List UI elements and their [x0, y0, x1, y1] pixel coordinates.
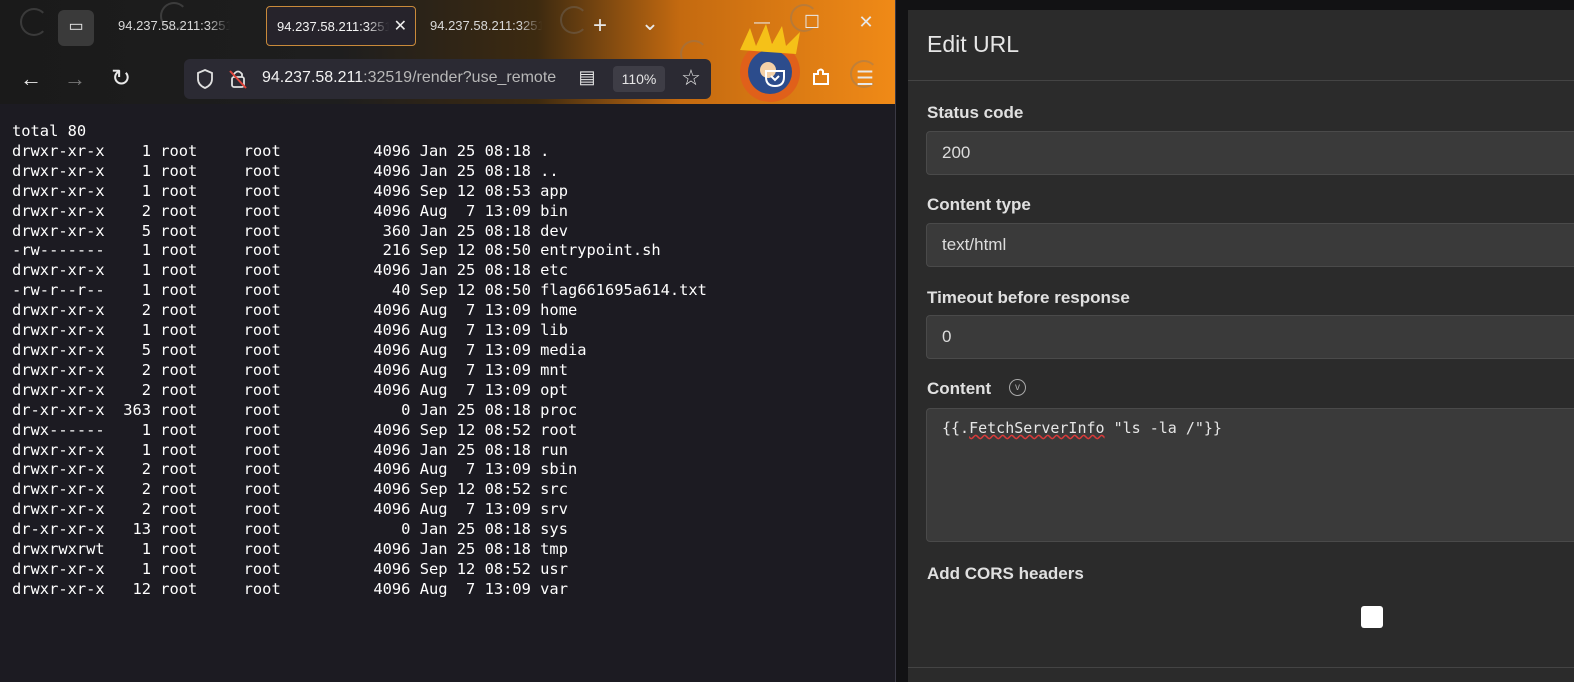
content-label: Content [927, 379, 992, 398]
listing-row: drwxr-xr-x 2 root root 4096 Aug 7 13:09 … [12, 460, 578, 479]
info-icon[interactable]: v [1009, 379, 1026, 396]
listing-row: drwxr-xr-x 1 root root 4096 Jan 25 08:18… [12, 141, 550, 160]
theme-pattern-icon [20, 8, 48, 36]
content-textarea[interactable]: {{.FetchServerInfo "ls -la /"}} [926, 408, 1574, 542]
listing-row: drwxr-xr-x 1 root root 4096 Jan 25 08:18… [12, 261, 568, 280]
listing-row: drwxr-xr-x 1 root root 4096 Jan 25 08:18… [12, 440, 568, 459]
listing-row: drwxr-xr-x 1 root root 4096 Aug 7 13:09 … [12, 321, 568, 340]
tab-overview-button[interactable]: ▭ [58, 10, 94, 46]
close-tab-icon[interactable]: ✕ [394, 7, 407, 45]
listing-row: -rw------- 1 root root 216 Sep 12 08:50 … [12, 241, 661, 260]
directory-listing: total 80 drwxr-xr-x 1 root root 4096 Jan … [12, 122, 707, 600]
browser-window: ▭ 94.237.58.211:32519 94.237.58.211:3251… [0, 0, 896, 682]
pocket-icon[interactable] [764, 68, 786, 88]
status-code-label: Status code [927, 103, 1024, 122]
content-text: "ls -la /"}} [1104, 419, 1222, 437]
menu-icon[interactable]: ☰ [852, 66, 878, 91]
address-bar[interactable]: 94.237.58.211:32519/render?use_remote ▤ … [184, 59, 711, 99]
listing-row: -rw-r--r-- 1 root root 40 Sep 12 08:50 f… [12, 281, 707, 300]
zoom-level-badge[interactable]: 110% [613, 66, 665, 92]
reader-view-icon[interactable]: ▤ [576, 67, 598, 88]
insecure-lock-icon[interactable] [228, 68, 248, 90]
firefox-theme-mascot-icon [740, 24, 800, 102]
shield-icon[interactable] [196, 69, 214, 89]
tab-label: 94.237.58.211:32519 [430, 18, 542, 33]
cors-label: Add CORS headers [927, 564, 1084, 583]
listing-row: drwxr-xr-x 1 root root 4096 Sep 12 08:53… [12, 181, 568, 200]
timeout-field[interactable]: 0 [926, 315, 1574, 359]
listing-row: drwxr-xr-x 2 root root 4096 Aug 7 13:09 … [12, 380, 568, 399]
listing-row: drwxr-xr-x 1 root root 4096 Jan 25 08:18… [12, 161, 559, 180]
edit-url-panel: Edit URL Status code 200 Content type te… [896, 0, 1574, 682]
list-tabs-button[interactable]: ⌄ [636, 10, 664, 36]
listing-row: drwxr-xr-x 12 root root 4096 Aug 7 13:09… [12, 579, 568, 598]
url-text[interactable]: 94.237.58.211:32519/render?use_remote [262, 69, 568, 87]
listing-row: drwxr-xr-x 5 root root 360 Jan 25 08:18 … [12, 221, 568, 240]
timeout-label: Timeout before response [927, 288, 1130, 307]
listing-row: dr-xr-xr-x 13 root root 0 Jan 25 08:18 s… [12, 520, 568, 539]
tab-2-active[interactable]: 94.237.58.211:32519 ✕ [266, 6, 416, 46]
listing-row: drwxr-xr-x 1 root root 4096 Sep 12 08:52… [12, 559, 568, 578]
listing-row: drwxrwxrwt 1 root root 4096 Jan 25 08:18… [12, 540, 568, 559]
extensions-icon[interactable] [810, 66, 832, 88]
close-window-button[interactable]: ✕ [852, 12, 880, 33]
content-text: {{. [942, 419, 970, 437]
cors-checkbox[interactable] [1361, 606, 1383, 628]
content-type-label: Content type [927, 195, 1031, 214]
listing-row: drwx------ 1 root root 4096 Sep 12 08:52… [12, 420, 578, 439]
content-type-field[interactable]: text/html [926, 223, 1574, 267]
edit-url-dialog: Edit URL Status code 200 Content type te… [908, 10, 1574, 682]
url-host: 94.237.58.211 [262, 69, 364, 86]
tab-1[interactable]: 94.237.58.211:32519 [108, 6, 258, 46]
listing-row: drwxr-xr-x 2 root root 4096 Sep 12 08:52… [12, 480, 568, 499]
reload-button[interactable]: ↻ [108, 64, 134, 93]
forward-button[interactable]: → [62, 66, 88, 92]
listing-row: drwxr-xr-x 2 root root 4096 Aug 7 13:09 … [12, 360, 568, 379]
tab-3[interactable]: 94.237.58.211:32519 [420, 6, 570, 46]
new-tab-button[interactable]: + [586, 12, 614, 40]
listing-row: drwxr-xr-x 2 root root 4096 Aug 7 13:09 … [12, 201, 568, 220]
status-code-field[interactable]: 200 [926, 131, 1574, 175]
listing-row: drwxr-xr-x 2 root root 4096 Aug 7 13:09 … [12, 500, 568, 519]
listing-total-line: total 80 [12, 122, 87, 140]
bookmark-star-icon[interactable]: ☆ [678, 65, 704, 91]
listing-row: drwxr-xr-x 5 root root 4096 Aug 7 13:09 … [12, 340, 587, 359]
url-path: :32519/render?use_remote [363, 69, 557, 86]
divider [908, 667, 1574, 668]
divider [908, 80, 1574, 81]
content-text-misspelled: FetchServerInfo [969, 419, 1105, 437]
back-button[interactable]: ← [18, 66, 44, 92]
listing-row: drwxr-xr-x 2 root root 4096 Aug 7 13:09 … [12, 301, 578, 320]
listing-row: dr-xr-xr-x 363 root root 0 Jan 25 08:18 … [12, 400, 578, 419]
browser-toolbar: ▭ 94.237.58.211:32519 94.237.58.211:3251… [0, 0, 895, 104]
tab-label: 94.237.58.211:32519 [277, 19, 389, 34]
tab-label: 94.237.58.211:32519 [118, 18, 230, 33]
dialog-title: Edit URL [927, 31, 1020, 57]
folder-icon: ▭ [68, 18, 84, 35]
